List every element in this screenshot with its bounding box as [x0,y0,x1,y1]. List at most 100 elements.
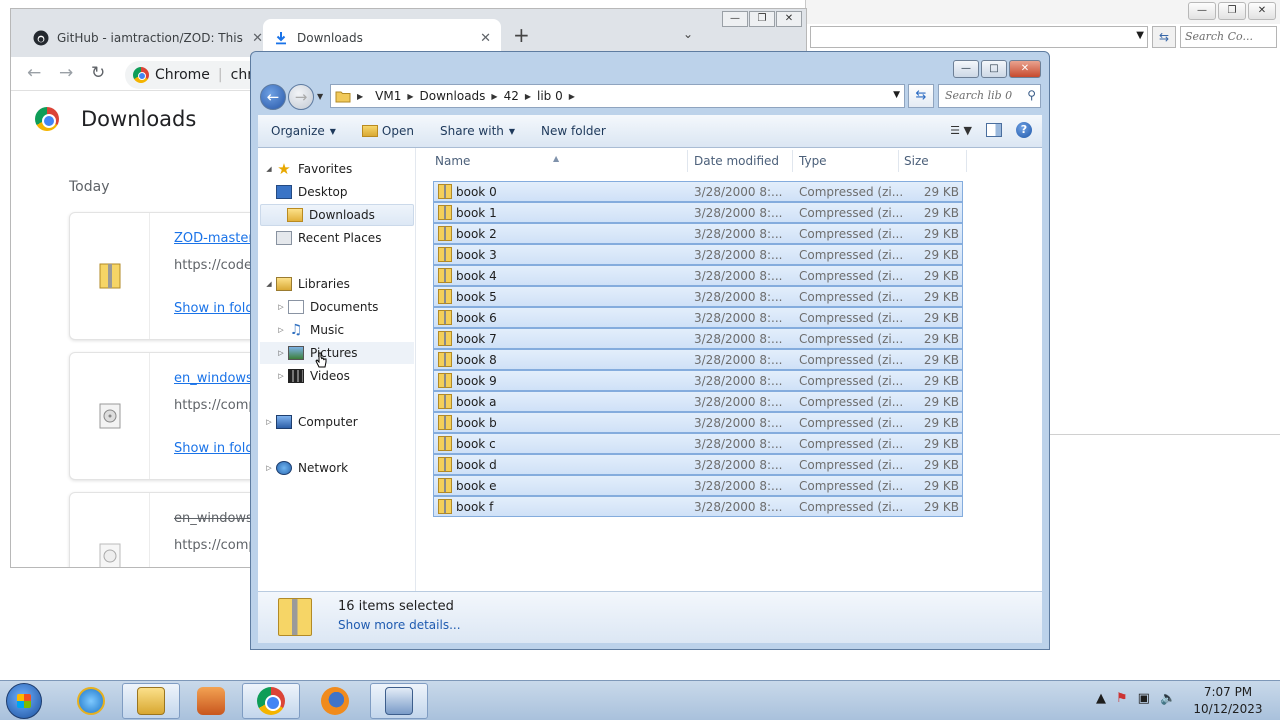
refresh-icon[interactable]: ⇆ [908,84,934,108]
file-row[interactable]: book 4 3/28/2000 8:... Compressed (zi... 29… [433,265,963,286]
address-bar[interactable]: ▶ VM1 ▶ Downloads ▶ 42 ▶ lib 0 ▶ ▼ [330,84,905,108]
minimize-button[interactable]: — [953,60,979,78]
taskbar-remote-desktop[interactable] [370,683,428,719]
new-folder-button[interactable]: New folder [528,124,619,138]
column-name[interactable]: Name [435,154,470,168]
file-row[interactable]: book 0 3/28/2000 8:... Compressed (zi... 29… [433,181,963,202]
reload-icon[interactable]: ↻ [91,63,105,83]
breadcrumb-chevron-icon[interactable]: ▶ [491,92,497,101]
nav-favorites[interactable]: ◢ ★ Favorites [264,158,420,180]
file-row[interactable]: book 9 3/28/2000 8:... Compressed (zi... 29… [433,370,963,391]
nav-pictures[interactable]: ▷ Pictures [260,342,414,364]
file-row[interactable]: book 8 3/28/2000 8:... Compressed (zi... 29… [433,349,963,370]
close-icon[interactable]: ✕ [480,31,491,46]
recent-pages-chevron-icon[interactable]: ▼ [317,92,323,101]
new-tab-button[interactable]: + [513,23,530,47]
column-size[interactable]: Size [904,154,929,168]
show-hidden-icons-icon[interactable]: ▲ [1096,691,1106,706]
taskbar-internet-explorer[interactable] [62,683,120,719]
download-file-name[interactable]: en_windows_ [174,371,259,386]
breadcrumb-downloads[interactable]: Downloads [420,89,486,103]
background-search-input[interactable]: Search Co... [1180,26,1277,48]
file-row[interactable]: book a 3/28/2000 8:... Compressed (zi... 29… [433,391,963,412]
file-row[interactable]: book c 3/28/2000 8:... Compressed (zi... 29… [433,433,963,454]
column-divider[interactable] [966,150,967,172]
breadcrumb-chevron-icon[interactable]: ▶ [525,92,531,101]
breadcrumb-chevron-icon[interactable]: ▶ [357,92,363,101]
column-type[interactable]: Type [799,154,827,168]
nav-network[interactable]: ▷ Network [264,457,420,479]
collapsed-triangle-icon[interactable]: ▷ [276,372,286,380]
nav-recent-places[interactable]: Recent Places [276,227,432,249]
restore-button[interactable]: ❐ [1218,2,1246,20]
breadcrumb-chevron-icon[interactable]: ▶ [569,92,575,101]
collapsed-triangle-icon[interactable]: ▷ [276,303,286,311]
file-row[interactable]: book 2 3/28/2000 8:... Compressed (zi... 29… [433,223,963,244]
file-row[interactable]: book 7 3/28/2000 8:... Compressed (zi... 29… [433,328,963,349]
close-button[interactable]: ✕ [1248,2,1276,20]
maximize-button[interactable]: □ [981,60,1007,78]
collapsed-triangle-icon[interactable]: ▷ [276,326,286,334]
close-icon[interactable]: ✕ [252,31,263,46]
action-center-icon[interactable]: ⚑ [1116,691,1128,706]
refresh-icon[interactable]: ⇆ [1152,26,1176,48]
search-input[interactable]: Search lib 0 ⚲ [938,84,1041,108]
share-with-button[interactable]: Share with ▼ [427,124,528,138]
forward-arrow-icon[interactable]: → [288,84,314,110]
column-date-modified[interactable]: Date modified [694,154,779,168]
breadcrumb-lib-0[interactable]: lib 0 [537,89,563,103]
collapsed-triangle-icon[interactable]: ▷ [264,418,274,426]
change-view-icon[interactable]: ☰ ▼ [950,124,972,137]
nav-desktop[interactable]: Desktop [276,181,432,203]
file-row[interactable]: book f 3/28/2000 8:... Compressed (zi... 29… [433,496,963,517]
nav-downloads[interactable]: Downloads [260,204,414,226]
taskbar-media-player[interactable] [182,683,240,719]
breadcrumb-chevron-icon[interactable]: ▶ [407,92,413,101]
clock[interactable]: 7:07 PM 10/12/2023 [1190,684,1266,718]
collapsed-triangle-icon[interactable]: ▷ [276,349,286,357]
file-row[interactable]: book d 3/28/2000 8:... Compressed (zi... 29… [433,454,963,475]
taskbar-chrome[interactable] [242,683,300,719]
chevron-down-icon[interactable]: ⌄ [683,27,693,41]
breadcrumb-vm1[interactable]: VM1 [375,89,401,103]
back-arrow-icon[interactable]: ← [260,84,286,110]
taskbar-firefox[interactable] [306,683,364,719]
expanded-triangle-icon[interactable]: ◢ [264,165,274,173]
file-row[interactable]: book e 3/28/2000 8:... Compressed (zi... 29… [433,475,963,496]
nav-music[interactable]: ▷ ♫ Music [276,319,432,341]
collapsed-triangle-icon[interactable]: ▷ [264,464,274,472]
nav-documents[interactable]: ▷ Documents [276,296,432,318]
preview-pane-icon[interactable] [986,123,1002,137]
open-button[interactable]: Open [349,124,427,138]
show-more-details-link[interactable]: Show more details... [338,618,461,632]
help-icon[interactable]: ? [1016,122,1032,138]
nav-computer[interactable]: ▷ Computer [264,411,420,433]
file-row[interactable]: book 1 3/28/2000 8:... Compressed (zi... 29… [433,202,963,223]
file-row[interactable]: book 6 3/28/2000 8:... Compressed (zi... 29… [433,307,963,328]
network-tray-icon[interactable]: ▣ [1138,691,1150,706]
restore-button[interactable]: ❐ [749,11,775,27]
back-arrow-icon[interactable]: ← [27,63,41,83]
expanded-triangle-icon[interactable]: ◢ [264,280,274,288]
start-button[interactable] [6,683,42,719]
close-button[interactable]: ✕ [776,11,802,27]
search-icon[interactable]: ⚲ [1027,88,1036,102]
file-row[interactable]: book b 3/28/2000 8:... Compressed (zi... 29… [433,412,963,433]
show-in-folder-link[interactable]: Show in folde [174,301,262,316]
show-in-folder-link[interactable]: Show in folde [174,441,262,456]
breadcrumb-42[interactable]: 42 [504,89,519,103]
column-divider[interactable] [687,150,688,172]
minimize-button[interactable]: — [1188,2,1216,20]
forward-arrow-icon[interactable]: → [59,63,73,83]
volume-muted-icon[interactable]: 🔈 [1160,691,1176,706]
nav-videos[interactable]: ▷ Videos [276,365,432,387]
organize-button[interactable]: Organize ▼ [258,124,349,138]
nav-libraries[interactable]: ◢ Libraries [264,273,420,295]
background-address-bar[interactable]: ▼ [810,26,1148,48]
taskbar-file-explorer[interactable] [122,683,180,719]
chevron-down-icon[interactable]: ▼ [1136,30,1144,41]
file-row[interactable]: book 5 3/28/2000 8:... Compressed (zi... 29… [433,286,963,307]
close-button[interactable]: ✕ [1009,60,1041,78]
tab-github[interactable]: GitHub - iamtraction/ZOD: This r ✕ [23,19,273,57]
column-divider[interactable] [792,150,793,172]
